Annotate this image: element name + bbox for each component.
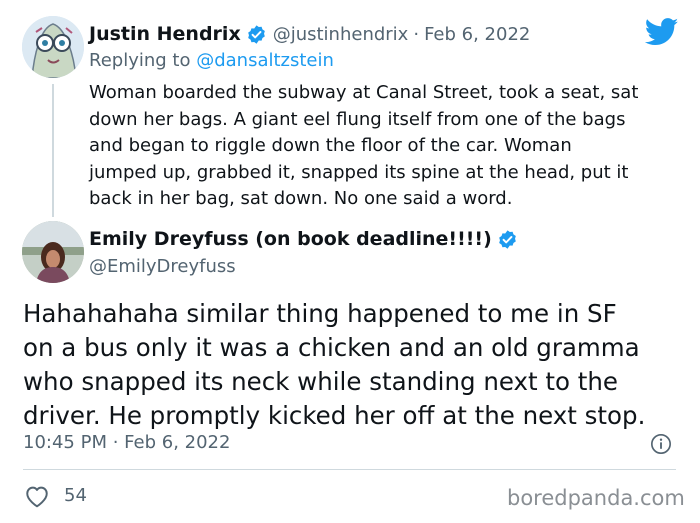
heart-icon[interactable] (24, 484, 50, 508)
author-handle[interactable]: @justinhendrix (273, 24, 409, 45)
watermark: boredpanda.com (507, 486, 685, 510)
tweet-1-header: Justin Hendrix @justinhendrix · Feb 6, 2… (89, 20, 530, 48)
tweet-1-text: Woman boarded the subway at Canal Street… (89, 82, 639, 209)
author-name[interactable]: Emily Dreyfuss (on book deadline!!!!) (89, 228, 492, 250)
twitter-bird-icon[interactable] (645, 18, 679, 46)
tweet-timestamp[interactable]: 10:45 PM · Feb 6, 2022 (23, 432, 230, 453)
like-count: 54 (64, 485, 87, 506)
replying-to-label: Replying to (89, 50, 197, 71)
author-name[interactable]: Justin Hendrix (89, 23, 241, 45)
tweet-2-header: Emily Dreyfuss (on book deadline!!!!) (89, 228, 524, 250)
verified-badge-icon (498, 229, 516, 249)
separator-dot: · (413, 23, 420, 45)
avatar-justin-hendrix[interactable] (22, 16, 84, 78)
verified-badge-icon (247, 24, 265, 44)
replying-to-line: Replying to @dansaltzstein (89, 50, 334, 71)
info-icon[interactable] (650, 433, 672, 455)
replying-to-mention[interactable]: @dansaltzstein (196, 50, 334, 71)
divider (23, 469, 676, 470)
avatar-emily-dreyfuss[interactable] (22, 221, 84, 283)
thread-connector-line (52, 84, 54, 217)
author-handle[interactable]: @EmilyDreyfuss (89, 256, 236, 277)
tweet-date[interactable]: Feb 6, 2022 (424, 24, 530, 45)
tweet-2-text: Hahahahaha similar thing happened to me … (23, 299, 646, 430)
